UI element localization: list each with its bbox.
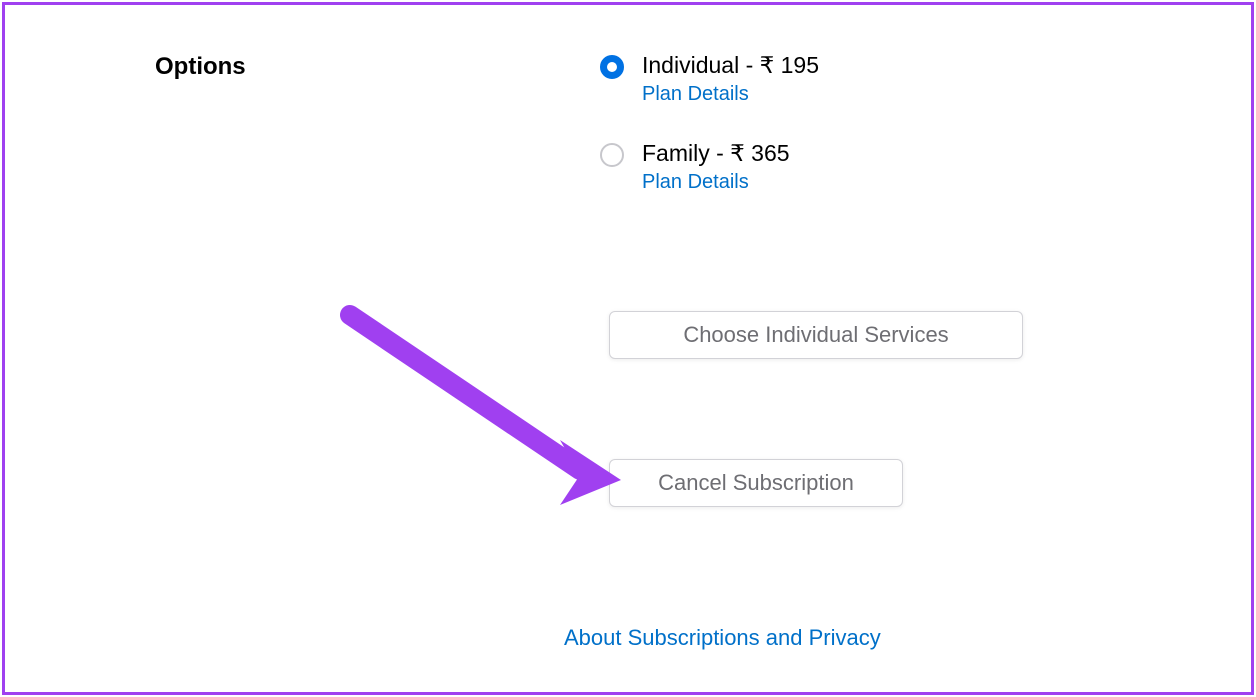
- plan-text-group: Family - ₹ 365 Plan Details: [642, 140, 790, 194]
- annotation-arrow-icon: [335, 300, 625, 510]
- plan-label: Individual - ₹ 195: [642, 52, 819, 79]
- plan-details-link[interactable]: Plan Details: [642, 171, 790, 194]
- radio-selected-icon[interactable]: [600, 55, 624, 79]
- cancel-subscription-button[interactable]: Cancel Subscription: [609, 459, 903, 507]
- plan-details-link[interactable]: Plan Details: [642, 83, 819, 106]
- about-subscriptions-privacy-link[interactable]: About Subscriptions and Privacy: [564, 625, 881, 651]
- radio-unselected-icon[interactable]: [600, 143, 624, 167]
- plan-label: Family - ₹ 365: [642, 140, 790, 167]
- plan-option-individual[interactable]: Individual - ₹ 195 Plan Details: [600, 52, 819, 106]
- plan-text-group: Individual - ₹ 195 Plan Details: [642, 52, 819, 106]
- subscription-options-panel: Options Individual - ₹ 195 Plan Details …: [5, 5, 1251, 692]
- plan-option-family[interactable]: Family - ₹ 365 Plan Details: [600, 140, 790, 194]
- options-heading: Options: [155, 53, 246, 81]
- choose-individual-services-button[interactable]: Choose Individual Services: [609, 311, 1023, 359]
- annotation-frame: Options Individual - ₹ 195 Plan Details …: [2, 2, 1254, 695]
